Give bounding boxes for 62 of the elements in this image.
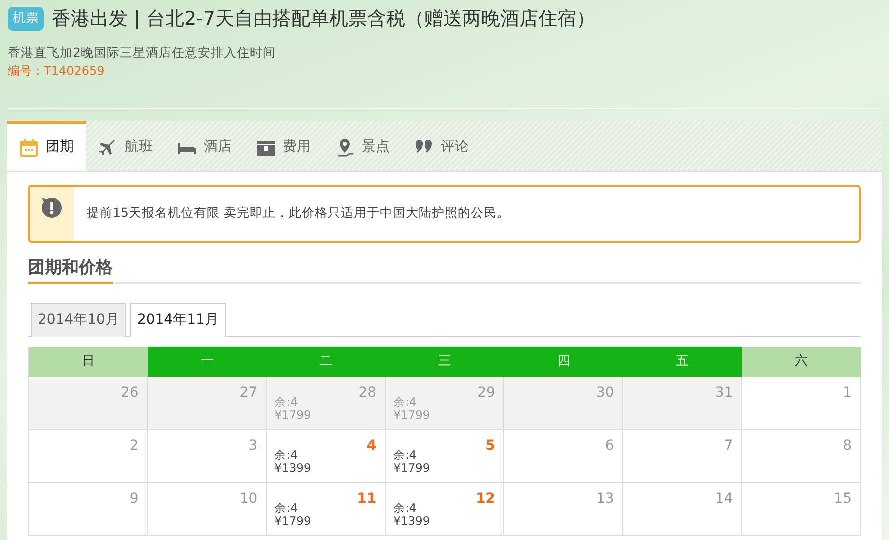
day-cell[interactable]: 4 余:4 ¥1399 (266, 430, 386, 483)
day-number: 13 (596, 490, 614, 509)
tab[interactable]: 团期 (7, 121, 86, 171)
notice-text: 提前15天报名机位有限 卖完即止，此价格只适用于中国大陆护照的公民。 (86, 204, 511, 222)
weekday-header: 三 (386, 347, 504, 377)
seats-left: 余:4 (274, 449, 298, 462)
seats-left: 余:4 (274, 396, 298, 409)
day-number: 2 (130, 437, 139, 456)
day-cell[interactable]: 12 余:4 ¥1399 (386, 483, 504, 536)
product-code: 编号：T1402659 (8, 64, 105, 78)
tab[interactable]: 评论 (402, 121, 481, 171)
section-title: 团期和价格 (28, 256, 113, 284)
day-number: 3 (248, 437, 258, 456)
price: ¥1799 (394, 409, 430, 422)
alert-icon (41, 197, 63, 219)
price: ¥1399 (274, 462, 312, 475)
month-tab[interactable]: 2014年11月 (130, 303, 226, 337)
seats-left: 余:4 (394, 396, 417, 409)
weekday-header: 六 (742, 347, 861, 377)
day-number: 8 (843, 437, 852, 456)
day-number: 26 (121, 384, 139, 403)
weekday-header: 二 (266, 347, 386, 377)
day-number: 29 (478, 384, 496, 403)
day-number: 12 (476, 490, 496, 509)
day-number: 30 (596, 384, 614, 403)
tab[interactable]: 费用 (244, 121, 323, 171)
day-cell[interactable]: 11 余:4 ¥1799 (266, 483, 386, 536)
day-number: 10 (240, 490, 258, 509)
weekday-header: 五 (623, 347, 742, 377)
map-pin-icon (335, 138, 355, 158)
day-number: 4 (366, 437, 377, 456)
price: ¥1799 (274, 515, 312, 528)
calendar-icon (19, 138, 39, 158)
price: ¥1799 (394, 462, 430, 475)
day-number: 11 (357, 490, 377, 509)
day-number: 1 (843, 384, 852, 403)
page-title: 香港出发 | 台北2-7天自由搭配单机票含税（赠送两晚酒店住宿） (52, 7, 596, 32)
day-number: 31 (715, 384, 734, 403)
seats-left: 余:4 (394, 502, 417, 515)
price: ¥1799 (274, 409, 312, 422)
tab[interactable]: 景点 (323, 121, 402, 171)
day-number: 7 (724, 437, 734, 456)
day-number: 28 (358, 384, 377, 403)
weekday-header: 一 (148, 347, 267, 377)
category-badge: 机票 (8, 7, 44, 32)
weekday-header: 四 (504, 347, 624, 377)
day-number: 9 (130, 490, 139, 509)
tab[interactable]: 航班 (86, 121, 165, 171)
seats-left: 余:4 (274, 502, 298, 515)
day-number: 14 (715, 490, 734, 509)
month-tab[interactable]: 2014年10月 (31, 303, 126, 337)
day-number: 5 (486, 437, 496, 456)
day-number: 6 (605, 437, 614, 456)
day-number: 15 (834, 490, 852, 509)
subtitle: 香港直飞加2晚国际三星酒店任意安排入住时间 (8, 44, 277, 62)
weekday-header: 日 (29, 347, 148, 377)
tab[interactable]: 酒店 (165, 121, 244, 171)
plane-icon (98, 138, 118, 158)
price: ¥1399 (394, 515, 430, 528)
seats-left: 余:4 (394, 449, 417, 462)
day-number: 27 (240, 384, 258, 403)
day-cell[interactable]: 5 余:4 ¥1799 (386, 430, 504, 483)
